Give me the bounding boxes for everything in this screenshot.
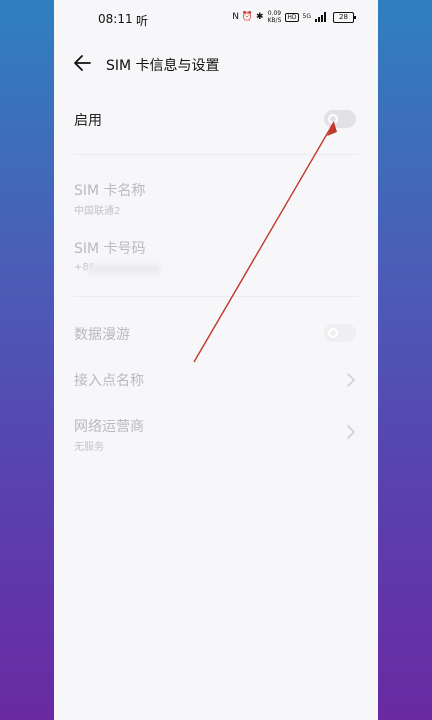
divider [74,296,358,297]
divider [74,154,358,155]
sim-name-label: SIM 卡名称 [74,183,146,199]
network-speed-value: 0.09 [267,10,282,17]
carrier-label: 网络运营商 [74,419,144,435]
nfc-alarm-bluetooth-icons: N ⏰ ✱ [232,11,264,22]
toggle-knob [328,328,338,338]
speaker-icon: 听 [136,14,149,28]
data-roaming-toggle[interactable] [324,324,356,342]
sim-number-label: SIM 卡号码 [74,241,146,257]
redacted-number [88,264,160,274]
enable-label: 启用 [74,113,102,129]
page-header: SIM 卡信息与设置 [54,44,378,84]
sim-name-value: 中国联通2 [74,206,121,217]
apn-label: 接入点名称 [74,373,144,389]
battery-icon: 28 [333,11,356,23]
network-speed-unit: KB/S [267,17,282,24]
hd-icon: HD [285,12,299,22]
back-arrow-icon[interactable] [72,52,94,74]
status-bar: 08:11 听 N ⏰ ✱ 0.09 KB/S HD 5G 28 [54,0,378,40]
chevron-right-icon[interactable] [346,373,356,387]
signal-icon [315,12,329,22]
network-speed: 0.09 KB/S [268,10,282,24]
chevron-right-icon[interactable] [346,425,356,439]
toggle-knob [328,114,338,124]
carrier-value: 无服务 [74,442,104,453]
enable-toggle[interactable] [324,110,356,128]
status-time: 08:11 [98,12,133,26]
network-type-label: 5G [302,13,311,20]
page-title: SIM 卡信息与设置 [106,58,220,74]
data-roaming-label: 数据漫游 [74,327,130,343]
status-icons: N ⏰ ✱ 0.09 KB/S HD 5G 28 [232,10,356,24]
phone-screen: 08:11 听 N ⏰ ✱ 0.09 KB/S HD 5G 28 SIM 卡信息… [54,0,378,720]
